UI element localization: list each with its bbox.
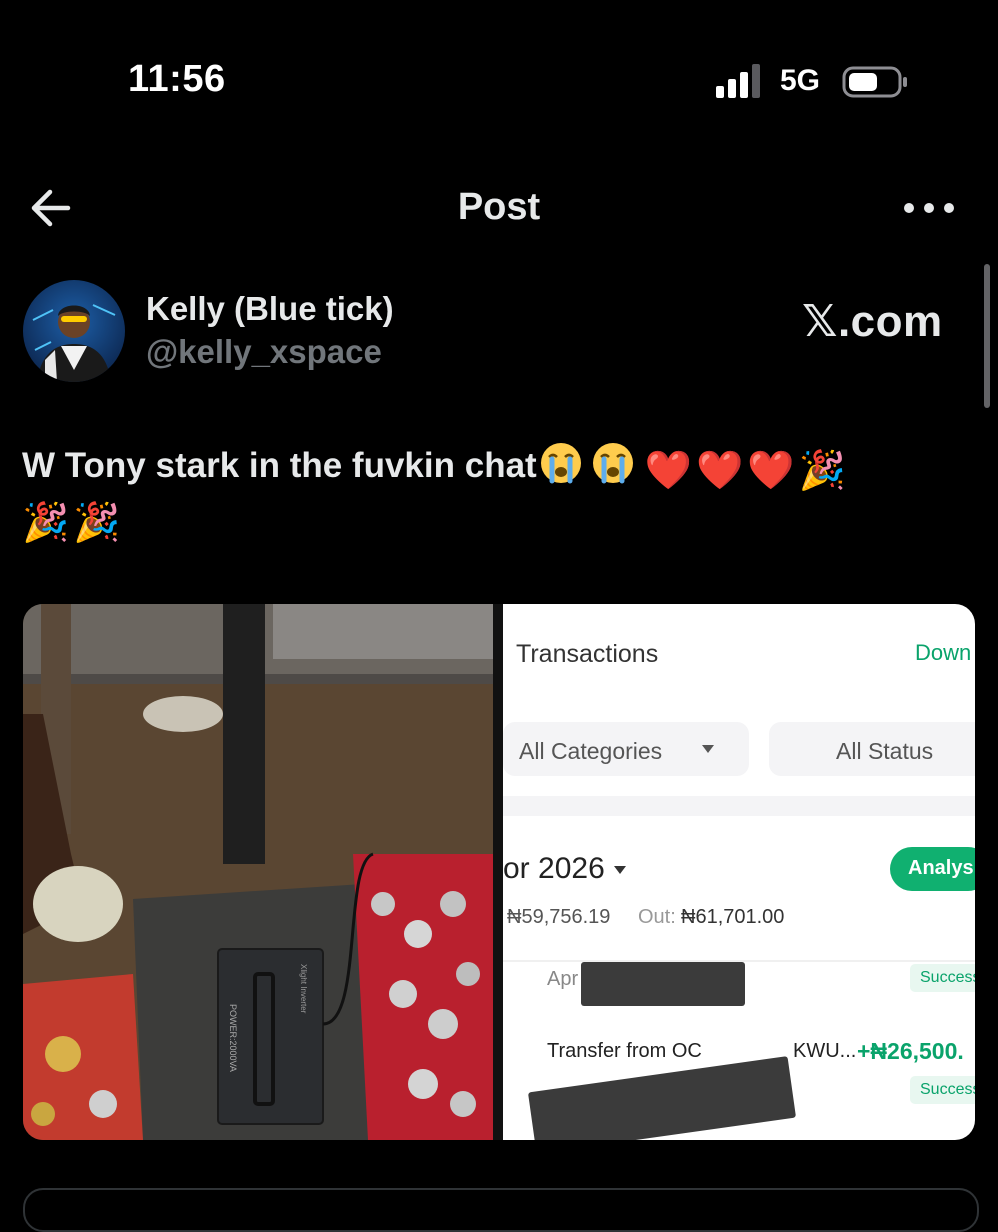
transaction-amount: +₦26,500. [857, 1038, 964, 1064]
out-label: Out: [638, 906, 676, 928]
category-filter-label: All Categories [519, 738, 663, 764]
transaction-date: Apr [547, 968, 579, 990]
transactions-header: Transactions [516, 640, 659, 668]
download-link: Down [915, 640, 972, 665]
status-badge-label: Success [920, 969, 975, 986]
brand-watermark: 𝕏.com [802, 297, 943, 346]
heart-icon: ❤️ [747, 450, 795, 492]
party-popper-icon: 🎉 [798, 450, 847, 492]
redaction-block [527, 1056, 797, 1140]
heart-icon: ❤️ [696, 450, 744, 492]
caret-down-icon [614, 866, 626, 874]
caret-down-icon [702, 745, 714, 753]
divider [503, 796, 975, 816]
author-display-name[interactable]: Kelly (Blue tick) [146, 290, 394, 328]
status-filter-label: All Status [836, 738, 934, 764]
next-card-edge [23, 1188, 979, 1232]
battery-icon [842, 66, 907, 98]
media-grid[interactable]: POWER:2000VA Xlight Inverter Transaction… [23, 604, 975, 1140]
author-handle[interactable]: @kelly_xspace [146, 333, 382, 371]
transaction-title: Transfer from OC [547, 1040, 702, 1062]
inverter-power-label: POWER:2000VA [228, 1004, 238, 1072]
inverter-maker-label: Xlight Inverter [299, 964, 308, 1014]
redaction-block [581, 962, 745, 1006]
page-title: Post [457, 186, 541, 228]
tweet-body: W Tony stark in the fuvkin chat [22, 446, 537, 485]
in-amount: ₦59,756.19 [507, 906, 611, 928]
transactions-screenshot[interactable]: Transactions Down All Categories All Sta… [503, 604, 975, 1140]
party-popper-icon: 🎉 [73, 502, 121, 544]
cellular-signal-icon [716, 64, 760, 98]
out-amount: ₦61,701.00 [681, 906, 785, 928]
status-time: 11:56 [128, 58, 226, 100]
analysis-label: Analysi [908, 857, 975, 879]
month-selector: or 2026 [503, 852, 605, 885]
sob-icon [592, 443, 633, 484]
more-options-icon[interactable] [902, 198, 956, 218]
tweet-text: W Tony stark in the fuvkin chat ❤️ ❤️ ❤️ 🎉 🎉 🎉 [22, 440, 972, 544]
party-popper-icon: 🎉 [22, 502, 70, 544]
avatar[interactable] [23, 280, 125, 382]
sob-icon [540, 443, 581, 484]
transaction-title-tail: KWU... [793, 1040, 857, 1062]
status-badge-label: Success [920, 1081, 975, 1098]
inverter-photo[interactable]: POWER:2000VA Xlight Inverter [23, 604, 493, 1140]
heart-icon: ❤️ [644, 450, 693, 492]
scrollbar[interactable] [984, 264, 990, 408]
network-type: 5G [780, 64, 821, 97]
